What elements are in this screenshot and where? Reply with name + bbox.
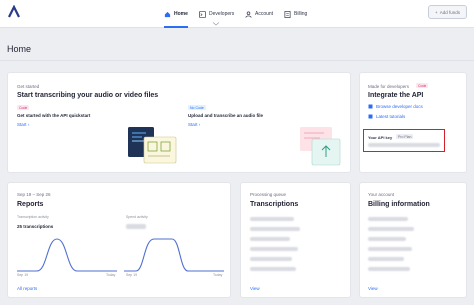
queue-eyebrow: Processing queue	[250, 192, 287, 197]
receipt-icon	[284, 10, 291, 18]
queue-row-redacted	[250, 237, 290, 241]
developers-code-badge: Code	[416, 83, 429, 88]
queue-row-redacted	[250, 257, 292, 261]
plus-icon: +	[435, 9, 438, 15]
tab-home[interactable]: Home	[164, 0, 188, 28]
queue-row-redacted	[250, 227, 300, 231]
upload-transcribe-title: Upload and transcribe an audio file	[188, 113, 264, 118]
tab-developers-label: Developers	[209, 11, 235, 17]
developers-eyebrow: Made for developers	[368, 84, 410, 89]
transcription-count: 25 transcriptions	[17, 224, 54, 229]
upload-transcribe-start-label: Start	[188, 122, 198, 127]
api-key-label: Your API key	[368, 135, 393, 140]
billing-row-redacted	[368, 267, 410, 271]
queue-view-link[interactable]: View	[250, 286, 260, 291]
reports-title: Reports	[17, 201, 44, 208]
user-icon	[245, 11, 252, 18]
billing-row-redacted	[368, 247, 412, 251]
code-illustration-icon	[128, 127, 177, 164]
spend-x-start: Sep 19	[126, 273, 138, 277]
tab-billing[interactable]: Billing	[284, 0, 307, 28]
billing-row-redacted	[368, 237, 406, 241]
billing-row-redacted	[368, 217, 408, 221]
page-title: Home	[7, 44, 32, 54]
developers-title: Integrate the API	[368, 92, 424, 99]
logo-icon[interactable]	[7, 5, 21, 19]
chevron-down-icon	[212, 22, 220, 26]
reports-date-range: Sep 19 – Sep 26	[17, 192, 51, 197]
billing-row-redacted	[368, 257, 404, 261]
queue-row-redacted	[250, 247, 298, 251]
tutorial-icon	[368, 114, 373, 119]
tab-home-label: Home	[174, 11, 188, 17]
divider	[0, 60, 474, 61]
queue-row-redacted	[250, 217, 294, 221]
transcription-x-start: Sep 19	[17, 273, 29, 277]
browse-docs-label: Browse developer docs	[376, 104, 423, 109]
tab-billing-label: Billing	[294, 11, 308, 17]
account-title: Billing information	[368, 201, 430, 208]
tab-account-label: Account	[255, 11, 274, 17]
api-quickstart-title: Get started with the API quickstart	[17, 113, 91, 118]
queue-row-redacted	[250, 267, 296, 271]
latest-tutorials-label: Latest tutorials	[376, 114, 406, 119]
add-funds-button[interactable]: + Add funds	[428, 5, 467, 19]
account-eyebrow: Your account	[368, 192, 395, 197]
api-key-value-redacted[interactable]	[368, 143, 440, 147]
tab-account[interactable]: Account	[245, 0, 273, 28]
get-started-eyebrow: Get started	[17, 84, 40, 89]
spend-value-redacted	[126, 224, 146, 229]
api-key-highlight	[363, 129, 445, 152]
upload-illustration-icon	[300, 127, 341, 166]
spend-activity-label: Spend activity	[126, 215, 148, 219]
transcription-activity-chart	[17, 238, 117, 272]
reports-card: Sep 19 – Sep 26 Reports Transcription ac…	[7, 182, 231, 298]
api-quickstart-start-link[interactable]: Start ›	[17, 122, 29, 127]
code-window-icon	[199, 10, 206, 18]
api-quickstart-start-label: Start	[17, 122, 27, 127]
book-icon	[368, 104, 373, 109]
account-card: Your account Billing information View	[359, 182, 467, 298]
top-navigation-bar: Home Developers Account Billing + Add fu…	[0, 0, 474, 28]
code-badge: Code	[17, 105, 30, 110]
developers-card: Made for developers Code Integrate the A…	[359, 72, 467, 173]
plan-badge: Pro Plan	[396, 134, 414, 139]
no-code-badge: No Code	[188, 105, 206, 110]
upload-transcribe-start-link[interactable]: Start ›	[188, 122, 200, 127]
billing-row-redacted	[368, 227, 414, 231]
get-started-title: Start transcribing your audio or video f…	[17, 92, 159, 99]
get-started-card: Get started Start transcribing your audi…	[7, 72, 351, 173]
home-icon	[164, 11, 171, 17]
spend-activity-chart	[124, 238, 224, 272]
account-view-link[interactable]: View	[368, 286, 378, 291]
all-reports-link[interactable]: All reports	[17, 286, 37, 291]
spend-x-end: Today	[213, 273, 223, 277]
transcription-x-end: Today	[106, 273, 116, 277]
latest-tutorials-link[interactable]: Latest tutorials	[368, 114, 405, 119]
add-funds-label: Add funds	[439, 9, 460, 15]
queue-title: Transcriptions	[250, 201, 299, 208]
processing-queue-card: Processing queue Transcriptions View	[240, 182, 351, 298]
browse-docs-link[interactable]: Browse developer docs	[368, 104, 423, 109]
transcription-activity-label: Transcription activity	[17, 215, 49, 219]
